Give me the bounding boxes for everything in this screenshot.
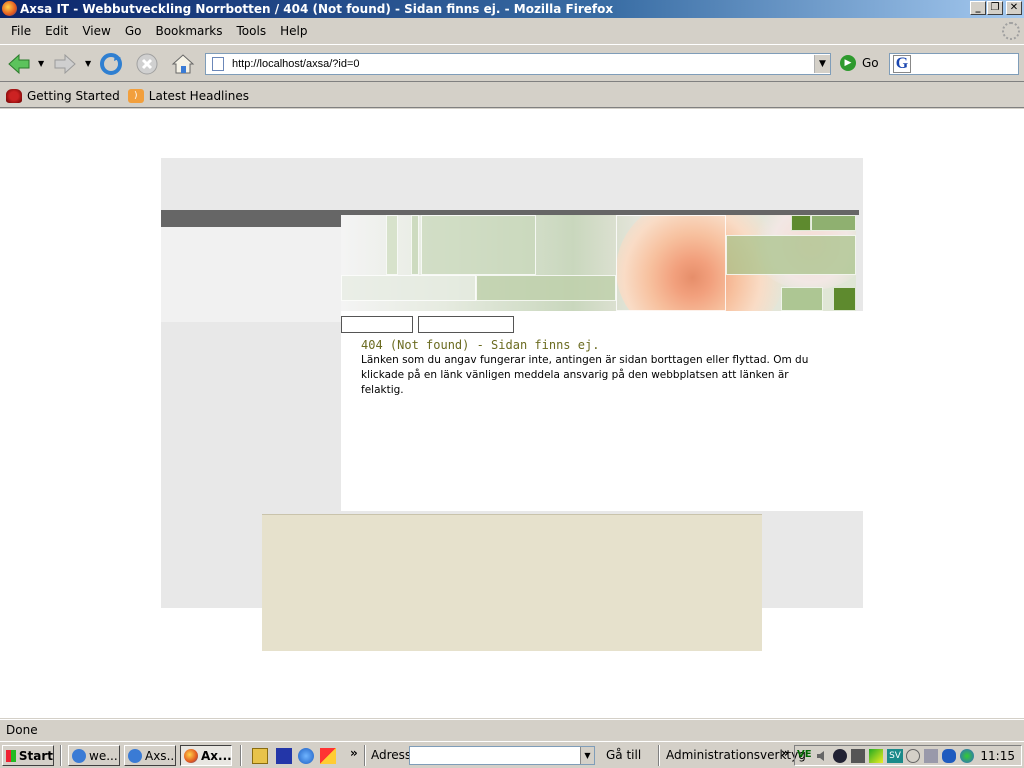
language-indicator[interactable]: SV [887, 749, 903, 763]
firefox-icon [2, 1, 17, 16]
ie-icon [128, 748, 142, 763]
folder-icon[interactable] [252, 748, 268, 764]
page-viewport[interactable]: 404 (Not found) - Sidan finns ej. Länken… [0, 109, 1024, 718]
tray-app-icon[interactable] [869, 749, 883, 763]
url-input[interactable] [232, 55, 814, 73]
media-icon[interactable] [320, 748, 336, 764]
forward-arrow-icon [54, 53, 76, 75]
main-content: 404 (Not found) - Sidan finns ej. Länken… [341, 311, 863, 511]
address-dropdown[interactable]: ▼ [580, 747, 594, 764]
url-history-dropdown[interactable]: ▼ [814, 55, 830, 73]
rose-banner-image [341, 215, 856, 311]
reload-icon [100, 53, 122, 75]
bookmark-latest-headlines[interactable]: ) Latest Headlines [127, 88, 249, 103]
close-button[interactable]: ✕ [1006, 1, 1022, 15]
home-button[interactable] [170, 51, 196, 77]
bluetooth-icon[interactable] [942, 749, 956, 763]
network-icon[interactable] [851, 749, 865, 763]
bookmark-label: Latest Headlines [148, 88, 249, 103]
tray-disc-icon[interactable] [833, 749, 847, 763]
start-label: Start [18, 748, 53, 763]
ie-quicklaunch-icon[interactable] [298, 748, 314, 764]
menu-help[interactable]: Help [273, 24, 314, 38]
home-icon [171, 54, 195, 74]
throbber-icon [1002, 22, 1020, 40]
taskbar-address-input[interactable] [410, 747, 580, 764]
go-arrow-icon: ▶ [840, 55, 856, 71]
forward-history-dropdown[interactable]: ▼ [85, 59, 91, 68]
toolbar-overflow[interactable]: » [781, 746, 789, 760]
bookmark-getting-started[interactable]: Getting Started [6, 88, 120, 103]
page-icon [212, 57, 224, 71]
tray-keyboard-icon[interactable] [924, 749, 938, 763]
menu-go[interactable]: Go [118, 24, 149, 38]
windows-logo-icon [6, 749, 16, 762]
forward-button[interactable] [52, 51, 78, 77]
reload-button[interactable] [98, 51, 124, 77]
address-label: Adress [371, 748, 412, 762]
task-axsa-ie-window[interactable]: Axs... [124, 745, 176, 766]
menu-file[interactable]: File [4, 24, 38, 38]
back-history-dropdown[interactable]: ▼ [38, 59, 44, 68]
status-text: Done [6, 723, 38, 737]
system-tray: VE SV 11:15 [794, 745, 1022, 766]
site-header [161, 158, 863, 210]
menu-bookmarks[interactable]: Bookmarks [148, 24, 229, 38]
menu-edit[interactable]: Edit [38, 24, 75, 38]
start-button[interactable]: Start [2, 745, 54, 766]
stop-button[interactable] [134, 51, 160, 77]
task-firefox-window[interactable]: Ax... [180, 745, 232, 766]
site-left-panel [161, 227, 341, 322]
app-icon[interactable] [276, 748, 292, 764]
window-title-bar[interactable]: Axsa IT - Webbutveckling Norrbotten / 40… [0, 0, 1024, 18]
go-button[interactable]: ▶ Go [840, 55, 879, 71]
go-to-button[interactable]: Gå till [606, 748, 641, 762]
url-bar[interactable]: ▼ [205, 53, 831, 75]
ie-icon [72, 748, 86, 763]
search-box[interactable]: G [889, 53, 1019, 75]
search-input[interactable] [915, 55, 1018, 73]
error-message: Länken som du angav fungerar inte, antin… [361, 354, 809, 396]
back-button[interactable] [6, 51, 32, 77]
nav-tab-1[interactable] [341, 316, 413, 333]
window-title: Axsa IT - Webbutveckling Norrbotten / 40… [20, 2, 614, 16]
tray-globe-icon[interactable] [960, 749, 974, 763]
site-footer-box [262, 514, 762, 651]
error-title: 404 (Not found) - Sidan finns ej. [361, 338, 600, 352]
task-ie-window[interactable]: we... [68, 745, 120, 766]
menu-tools[interactable]: Tools [230, 24, 274, 38]
tray-ve-icon[interactable]: VE [797, 749, 813, 763]
back-arrow-icon [8, 53, 30, 75]
minimize-button[interactable]: _ [970, 1, 986, 15]
go-label: Go [862, 56, 879, 70]
taskbar-address-field[interactable]: ▼ [409, 746, 595, 765]
windows-taskbar: Start we... Axs... Ax... » Adress ▼ Gå t… [0, 741, 1024, 768]
firefox-icon [184, 748, 198, 763]
quicklaunch-overflow[interactable]: » [350, 746, 358, 760]
bookmarks-toolbar: Getting Started ) Latest Headlines [0, 84, 1024, 108]
menu-view[interactable]: View [75, 24, 117, 38]
firefox-bookmark-icon [6, 88, 22, 103]
navigation-toolbar: ▼ ▼ ▼ ▶ Go G [0, 44, 1024, 82]
tray-mouse-icon[interactable] [906, 749, 920, 763]
window-controls: _ ❐ ✕ [969, 1, 1022, 15]
rss-icon: ) [127, 88, 144, 103]
status-bar: Done [0, 719, 1024, 741]
google-engine-icon[interactable]: G [893, 55, 911, 73]
stop-icon [136, 53, 158, 75]
menu-bar: File Edit View Go Bookmarks Tools Help [0, 20, 1024, 42]
maximize-button[interactable]: ❐ [987, 1, 1003, 15]
clock[interactable]: 11:15 [980, 749, 1015, 763]
volume-icon[interactable] [815, 749, 829, 763]
bookmark-label: Getting Started [27, 88, 120, 103]
nav-tab-2[interactable] [418, 316, 514, 333]
